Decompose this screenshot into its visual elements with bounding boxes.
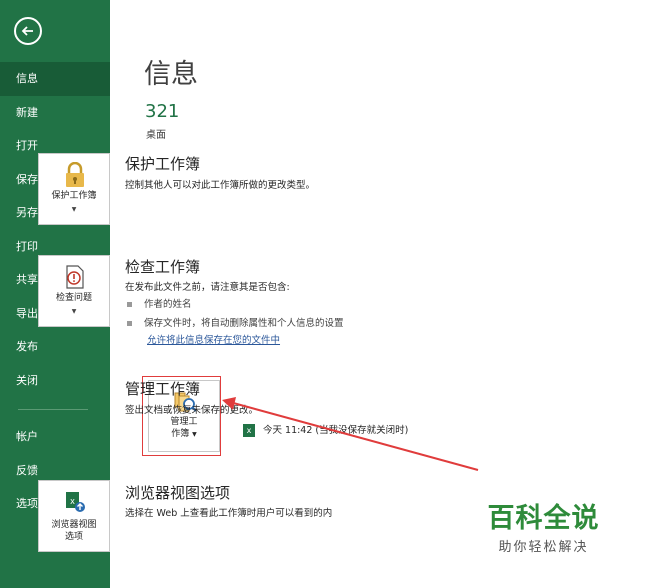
watermark-subtitle: 助你轻松解决 (498, 540, 589, 555)
watermark-logo: 百科全说 助你轻松解决 (462, 484, 625, 564)
watermark-title: 百科全说 (487, 503, 600, 534)
